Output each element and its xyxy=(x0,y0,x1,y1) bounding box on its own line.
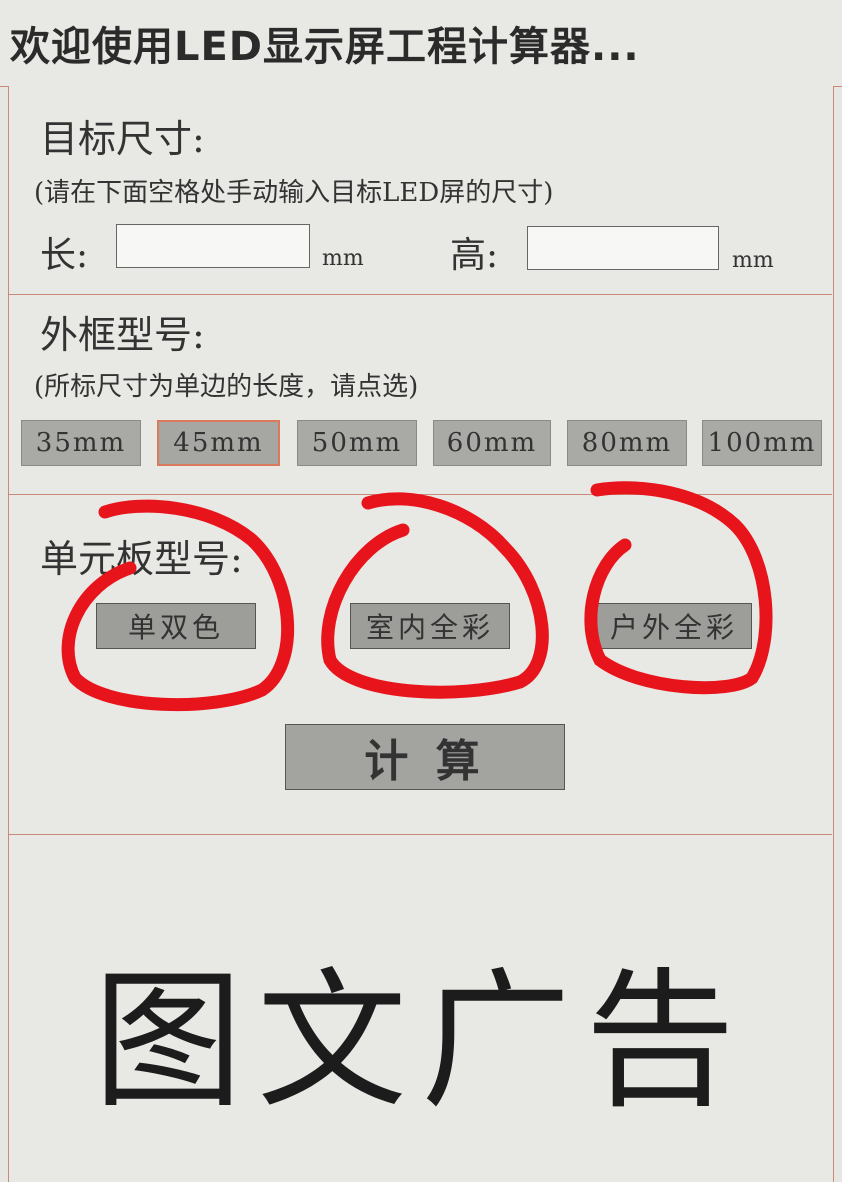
frame-option-100mm[interactable]: 100mm xyxy=(702,420,822,466)
frame-option-60mm[interactable]: 60mm xyxy=(433,420,551,466)
section-divider xyxy=(8,294,832,295)
ad-banner-text: 图文广告 xyxy=(92,955,749,1129)
frame-option-50mm[interactable]: 50mm xyxy=(297,420,417,466)
height-input[interactable] xyxy=(527,226,719,270)
target-size-title: 目标尺寸: xyxy=(40,117,205,161)
target-size-hint: (请在下面空格处手动输入目标LED屏的尺寸) xyxy=(34,178,554,208)
frame-model-title: 外框型号: xyxy=(40,313,205,357)
height-label: 高: xyxy=(450,235,499,276)
frame-option-80mm[interactable]: 80mm xyxy=(567,420,687,466)
header-bar: 欢迎使用LED显示屏工程计算器... xyxy=(0,0,842,87)
panel-option-outdoor-full-color[interactable]: 户外全彩 xyxy=(596,603,752,649)
frame-option-45mm[interactable]: 45mm xyxy=(157,420,280,466)
panel-option-indoor-full-color[interactable]: 室内全彩 xyxy=(350,603,510,649)
section-divider xyxy=(8,494,832,495)
length-unit: mm xyxy=(322,246,364,271)
frame-model-hint: (所标尺寸为单边的长度，请点选) xyxy=(34,372,419,402)
section-divider xyxy=(8,834,832,835)
length-input[interactable] xyxy=(116,224,310,268)
panel-model-title: 单元板型号: xyxy=(40,537,243,581)
frame-option-35mm[interactable]: 35mm xyxy=(21,420,141,466)
height-unit: mm xyxy=(732,248,774,273)
calculate-button[interactable]: 计 算 xyxy=(285,724,565,790)
app-title: 欢迎使用LED显示屏工程计算器... xyxy=(10,24,640,70)
length-label: 长: xyxy=(40,235,89,276)
panel-option-single-dual-color[interactable]: 单双色 xyxy=(96,603,256,649)
